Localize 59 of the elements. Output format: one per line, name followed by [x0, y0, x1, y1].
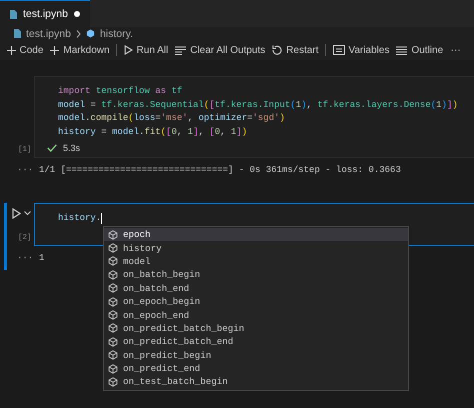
file-icon [10, 10, 17, 18]
code-line: history. [58, 212, 104, 226]
suggestion-item[interactable]: epoch [104, 228, 408, 242]
cube-icon [86, 29, 95, 38]
output-menu-icon[interactable]: ··· [17, 165, 34, 176]
code-line: history = model.fit([0, 1], [0, 1]) [58, 126, 248, 139]
file-icon [14, 29, 21, 38]
code-line: import tensorflow as tf [58, 85, 184, 98]
code-editor[interactable]: import tensorflow as tf model = tf.keras.Sequential([tf.keras.Input(1), tf.keras.layers.Dense(1)]) model.compile(loss='mse', optimizer='sgd') history = model.fit([0, 1], [0, 1]) 5.3s [34, 76, 474, 158]
list-icon [396, 46, 408, 54]
cell-output: 1/1 [==============================] - 0s 361ms/step - loss: 0.3663 [39, 165, 401, 176]
cube-icon [108, 336, 118, 347]
toolbar-button[interactable]: Markdown [46, 42, 114, 58]
code-line: model = tf.keras.Sequential([tf.keras.Input(1), tf.keras.layers.Dense(1)]) [58, 98, 459, 112]
cube-icon [108, 323, 118, 334]
toolbar-button[interactable]: Clear All Outputs [172, 42, 269, 58]
suggestion-item[interactable]: on_batch_end [104, 282, 408, 295]
suggestion-item[interactable]: on_predict_begin [104, 348, 408, 362]
toolbar-button[interactable]: Variables [329, 42, 393, 58]
toolbar-button[interactable]: Restart [268, 42, 322, 58]
breadcrumb-item[interactable]: history. [100, 28, 134, 40]
cell-output: 1 [39, 252, 44, 263]
suggestion-item[interactable]: on_predict_batch_end [104, 335, 408, 349]
suggestion-item[interactable]: on_predict_end [104, 362, 408, 376]
run-icon [12, 208, 21, 220]
cube-icon [108, 270, 118, 280]
toolbar-button[interactable]: Outline [392, 42, 447, 58]
clear-all-icon [175, 46, 186, 54]
breadcrumb-item[interactable]: test.ipynb [26, 28, 71, 40]
plus-icon [6, 46, 16, 54]
cube-icon [108, 283, 118, 294]
output-menu-icon[interactable]: ··· [17, 252, 34, 263]
suggestion-item[interactable]: on_test_batch_begin [104, 375, 408, 389]
cube-icon [108, 350, 118, 360]
cube-icon [108, 364, 118, 374]
run-icon [124, 45, 133, 55]
cube-icon [108, 256, 118, 266]
chevron-right-icon [76, 30, 81, 38]
toolbar-button[interactable]: Run All [120, 42, 172, 58]
cube-icon [108, 376, 118, 387]
more-actions-button[interactable]: ··· [446, 42, 465, 58]
suggestion-item[interactable]: model [104, 254, 408, 268]
restart-icon [272, 45, 282, 55]
cube-icon [108, 230, 118, 240]
cube-icon [108, 296, 118, 307]
code-line: model.compile(loss='mse', optimizer='sgd') [58, 112, 286, 126]
file-tab[interactable]: test.ipynb [0, 0, 90, 27]
chevron-down-icon [24, 211, 31, 216]
variables-icon [332, 45, 345, 55]
cube-icon [108, 243, 118, 254]
toolbar-button[interactable]: Code [3, 42, 47, 58]
execution-time: 5.3s [63, 143, 80, 154]
cube-icon [108, 310, 118, 320]
plus-icon [50, 46, 60, 54]
suggestion-item[interactable]: on_batch_begin [104, 268, 408, 282]
tab-label: test.ipynb [23, 8, 68, 20]
suggestion-item[interactable]: on_epoch_begin [104, 294, 408, 308]
suggestion-item[interactable]: on_epoch_end [104, 308, 408, 322]
suggestion-item[interactable]: on_predict_batch_begin [104, 322, 408, 336]
